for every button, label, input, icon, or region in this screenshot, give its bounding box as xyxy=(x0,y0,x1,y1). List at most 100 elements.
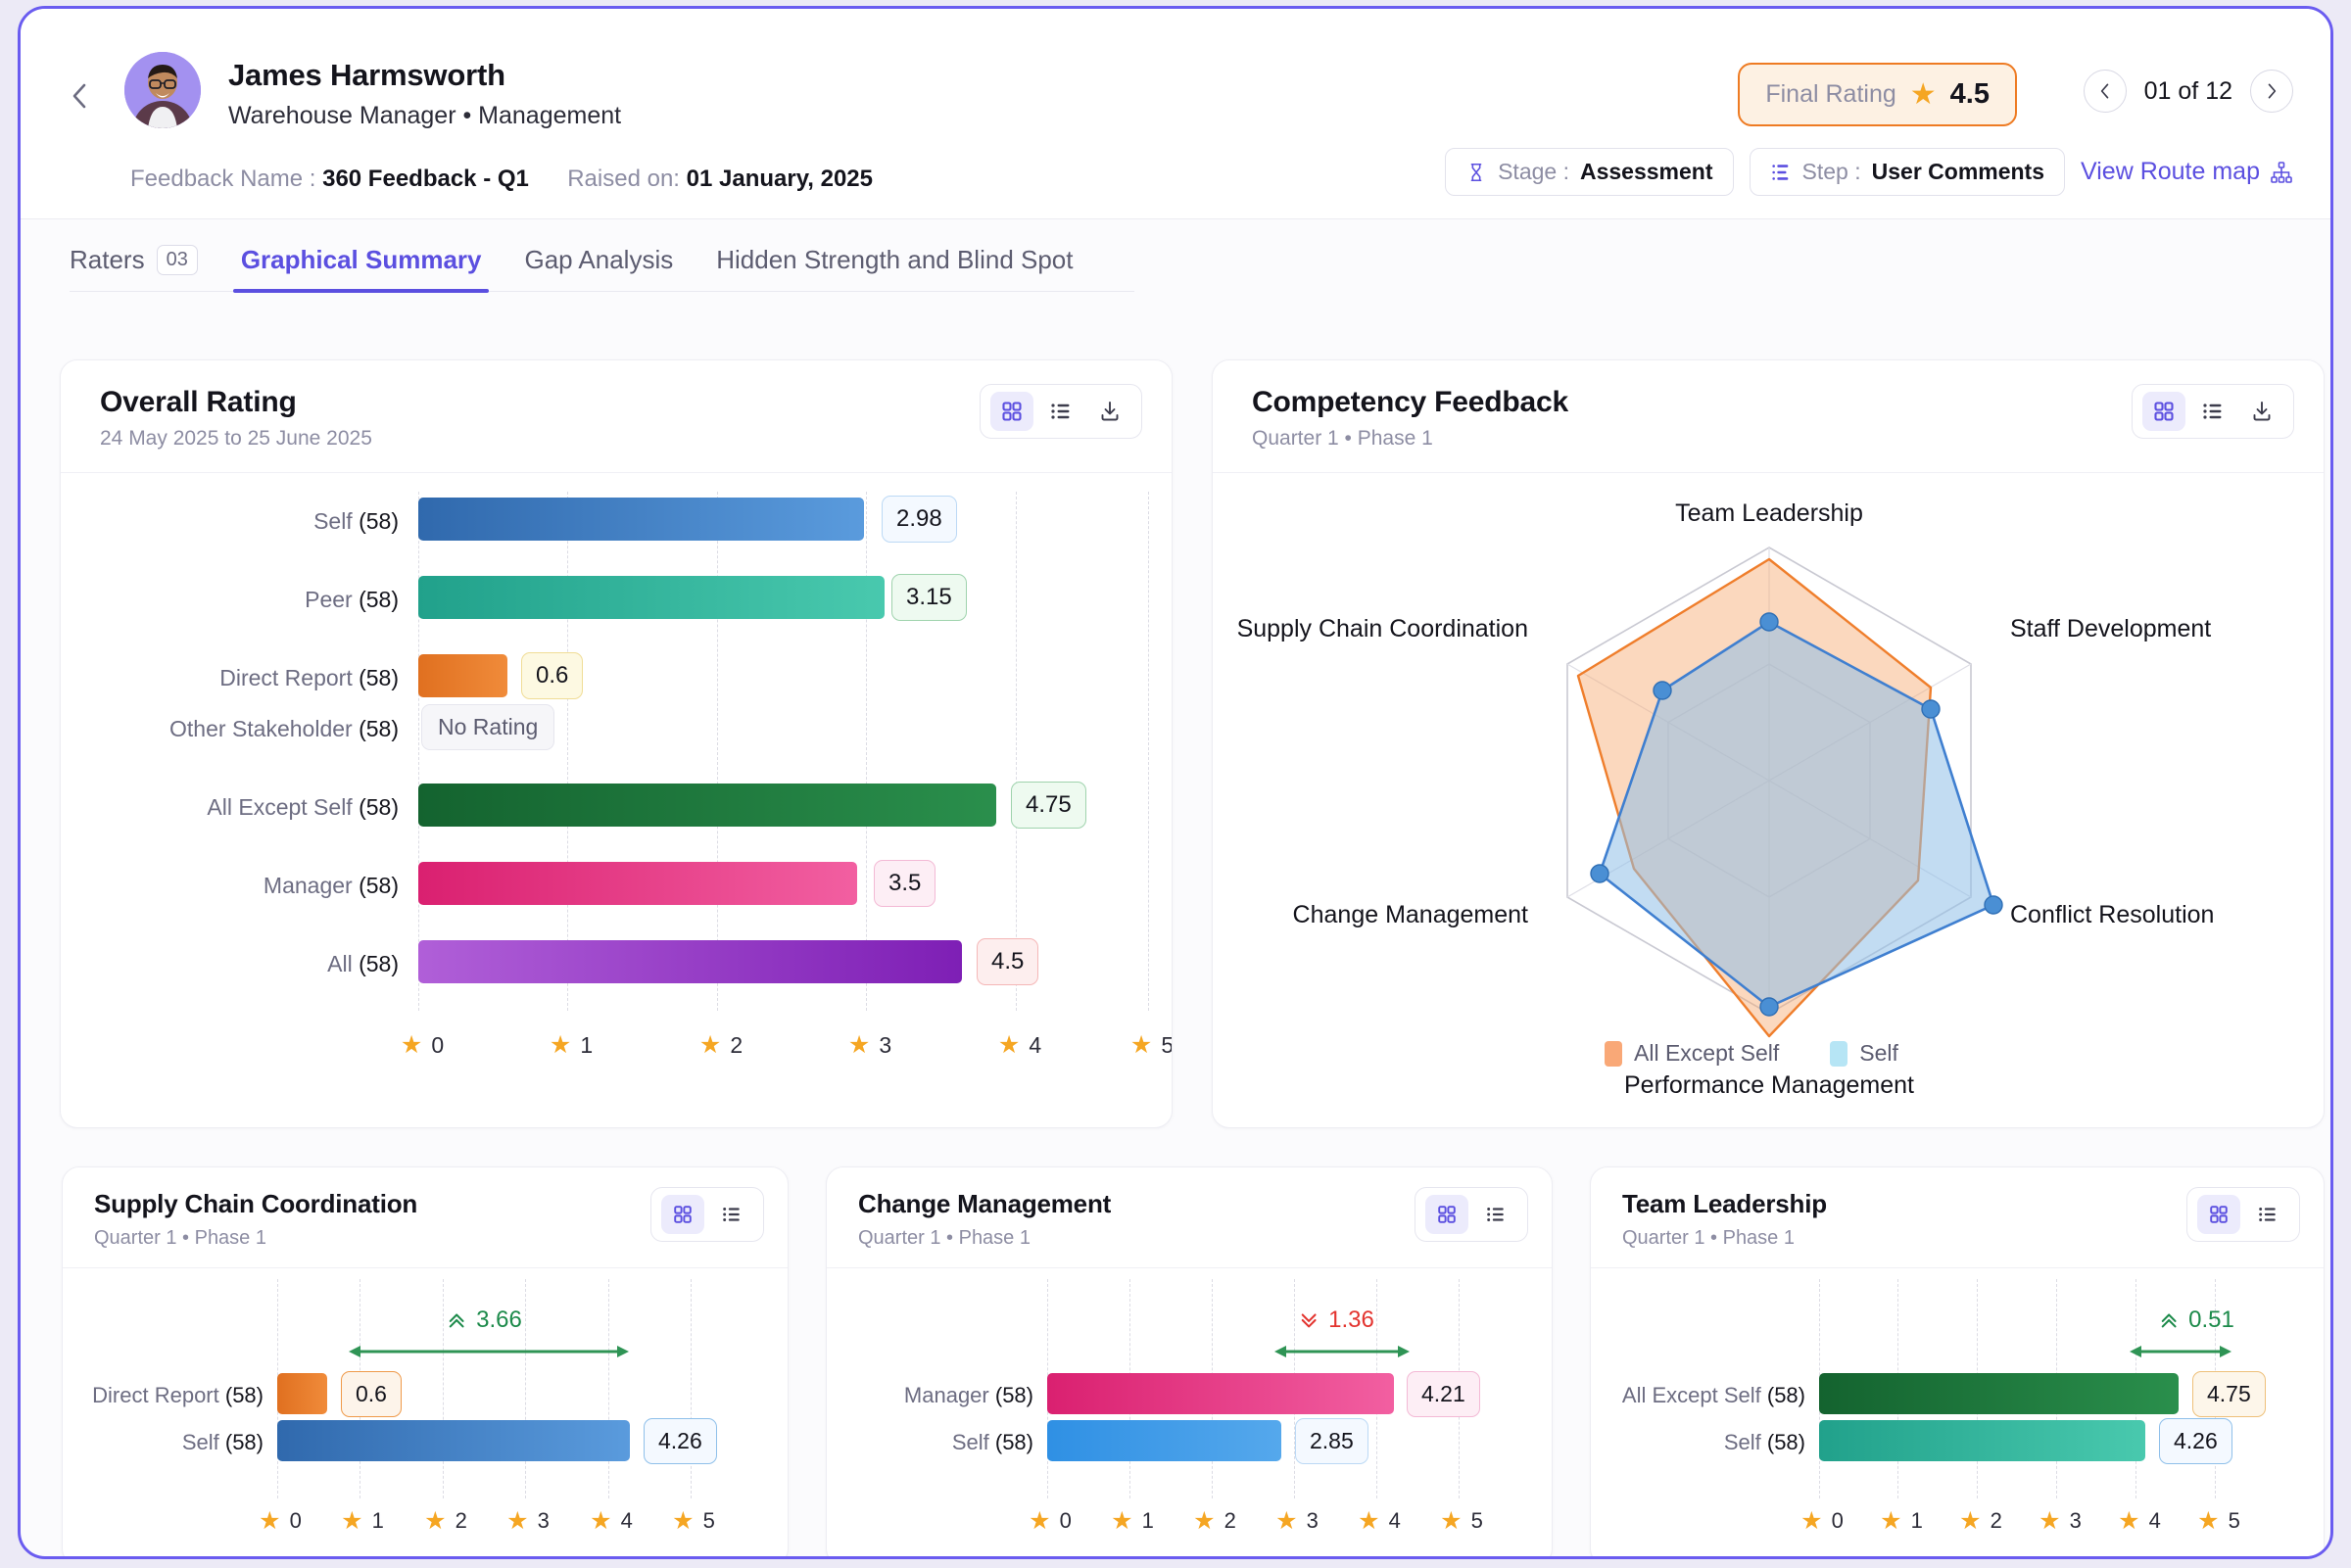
view-route-map-label: View Route map xyxy=(2081,158,2260,185)
legend-item-all-except-self[interactable]: All Except Self xyxy=(1605,1040,1779,1067)
bar xyxy=(1047,1373,1394,1414)
tab-graphical-summary-label: Graphical Summary xyxy=(240,245,482,274)
axis-tick: ★ 4 xyxy=(590,1506,633,1535)
bar xyxy=(418,654,507,697)
axis-tick: ★ 5 xyxy=(2197,1506,2240,1535)
pager-prev-button[interactable] xyxy=(2083,70,2127,113)
grid-view-button[interactable] xyxy=(1425,1195,1468,1234)
bar-row-count: (58) xyxy=(359,794,399,820)
bar-row-name: All Except Self xyxy=(1621,1383,1761,1407)
star-icon: ★ xyxy=(1959,1506,1982,1535)
star-icon: ★ xyxy=(590,1506,612,1535)
chevron-left-icon xyxy=(2100,83,2108,99)
axis-tick: ★ 1 xyxy=(1880,1506,1923,1535)
raised-on-value: 01 January, 2025 xyxy=(686,166,873,192)
bar-row-count: (58) xyxy=(359,587,399,612)
star-icon: ★ xyxy=(698,1031,722,1059)
bar-row-name: Direct Report xyxy=(92,1383,219,1407)
stage-label: Stage : xyxy=(1498,159,1569,184)
bar-row-label: Other Stakeholder (58) xyxy=(80,716,399,742)
pager-next-button[interactable] xyxy=(2250,70,2293,113)
supply-chain-chart: 3.66 Direct Report (58) 0.6 Self (58) 4.… xyxy=(63,1273,788,1556)
list-view-button[interactable] xyxy=(1474,1195,1517,1234)
bar xyxy=(418,576,885,619)
bar-row-count: (58) xyxy=(359,508,399,534)
grid-view-button[interactable] xyxy=(990,392,1033,431)
star-icon: ★ xyxy=(1129,1031,1153,1059)
competency-view-toggle xyxy=(2132,384,2294,439)
status-chips: Stage : Assessment Step : User Comments … xyxy=(1445,148,2293,196)
step-chip[interactable]: Step : User Comments xyxy=(1749,148,2066,196)
list-view-button[interactable] xyxy=(710,1195,753,1234)
axis-tick: ★ 3 xyxy=(1275,1506,1319,1535)
bar-value-pill: 3.15 xyxy=(891,574,967,621)
bar-row-name: All xyxy=(327,951,353,976)
grid-view-button[interactable] xyxy=(2142,392,2185,431)
bar-row-name: Self xyxy=(313,508,353,534)
list-view-button[interactable] xyxy=(1039,392,1082,431)
list-view-button[interactable] xyxy=(2191,392,2234,431)
bar-row-count: (58) xyxy=(359,951,399,976)
bar-row-count: (58) xyxy=(359,716,399,741)
radar-legend: All Except Self Self xyxy=(1605,1040,1898,1067)
star-icon: ★ xyxy=(259,1506,281,1535)
download-icon xyxy=(1101,402,1119,421)
bar-row-label: Manager (58) xyxy=(827,1383,1033,1408)
competency-feedback-card: Competency Feedback Quarter 1 • Phase 1 xyxy=(1212,359,2325,1128)
star-icon: ★ xyxy=(1880,1506,1902,1535)
axis-tick: ★ 2 xyxy=(698,1031,744,1059)
tab-gap-analysis[interactable]: Gap Analysis xyxy=(503,241,695,291)
step-label: Step : xyxy=(1801,159,1861,184)
bar-value-pill: 4.5 xyxy=(977,938,1039,985)
gridline xyxy=(525,1279,526,1498)
bar-row-label: All Except Self (58) xyxy=(120,794,399,821)
team-leadership-card: Team Leadership Quarter 1 • Phase 1 0.51… xyxy=(1590,1166,2325,1556)
bar-value-pill: 2.85 xyxy=(1295,1418,1368,1464)
grid-view-icon xyxy=(2210,1206,2228,1223)
tab-graphical-summary[interactable]: Graphical Summary xyxy=(219,241,504,293)
bar-row-label: Direct Report (58) xyxy=(63,1383,264,1408)
bar-row-count: (58) xyxy=(224,1430,264,1454)
feedback-meta: Feedback Name : 360 Feedback - Q1 Raised… xyxy=(130,166,873,193)
bar-row-count: (58) xyxy=(224,1383,264,1407)
bar-row-label: Manager (58) xyxy=(159,873,399,899)
back-button[interactable] xyxy=(64,79,97,113)
bar-row-count: (58) xyxy=(994,1383,1033,1407)
delta-label: 0.51 xyxy=(2158,1307,2234,1334)
axis-tick: ★ 3 xyxy=(2039,1506,2082,1535)
axis-tick: ★ 0 xyxy=(400,1031,445,1059)
bar-value-pill: 3.5 xyxy=(874,860,936,907)
star-icon: ★ xyxy=(847,1031,871,1059)
list-view-button[interactable] xyxy=(2246,1195,2289,1234)
legend-item-self[interactable]: Self xyxy=(1830,1040,1898,1067)
download-button[interactable] xyxy=(1088,392,1131,431)
gridline xyxy=(1148,492,1149,1011)
star-icon: ★ xyxy=(2197,1506,2220,1535)
grid-view-button[interactable] xyxy=(661,1195,704,1234)
axis-tick: ★ 0 xyxy=(259,1506,302,1535)
axis-tick: ★ 3 xyxy=(506,1506,550,1535)
stage-chip[interactable]: Stage : Assessment xyxy=(1445,148,1734,196)
list-view-icon xyxy=(2203,404,2222,419)
final-rating-badge[interactable]: Final Rating ★ 4.5 xyxy=(1738,63,2017,126)
radar-axis-label: Staff Development xyxy=(2010,615,2211,642)
download-button[interactable] xyxy=(2240,392,2283,431)
star-icon: ★ xyxy=(341,1506,363,1535)
hourglass-icon xyxy=(1470,163,1482,181)
change-management-chart: 1.36 Manager (58) 4.21 Self (58) 2.85 ★ … xyxy=(827,1273,1552,1556)
view-route-map-link[interactable]: View Route map xyxy=(2081,158,2293,186)
person-role: Warehouse Manager • Management xyxy=(228,102,622,129)
tab-raters[interactable]: Raters 03 xyxy=(70,241,219,291)
axis-tick: ★ 2 xyxy=(1193,1506,1236,1535)
delta-arrow xyxy=(2130,1346,2231,1357)
grid-view-button[interactable] xyxy=(2197,1195,2240,1234)
avatar xyxy=(124,52,201,128)
radar-axis-label: Conflict Resolution xyxy=(2010,901,2214,928)
supply-chain-card-header: Supply Chain Coordination Quarter 1 • Ph… xyxy=(63,1167,788,1268)
axis-tick: ★ 5 xyxy=(1440,1506,1483,1535)
star-icon: ★ xyxy=(506,1506,529,1535)
bar xyxy=(418,784,996,827)
axis-tick: ★ 2 xyxy=(1959,1506,2002,1535)
tab-hidden-strength-blind-spot[interactable]: Hidden Strength and Blind Spot xyxy=(695,241,1094,291)
radar-axis-label: Supply Chain Coordination xyxy=(1237,615,1528,642)
